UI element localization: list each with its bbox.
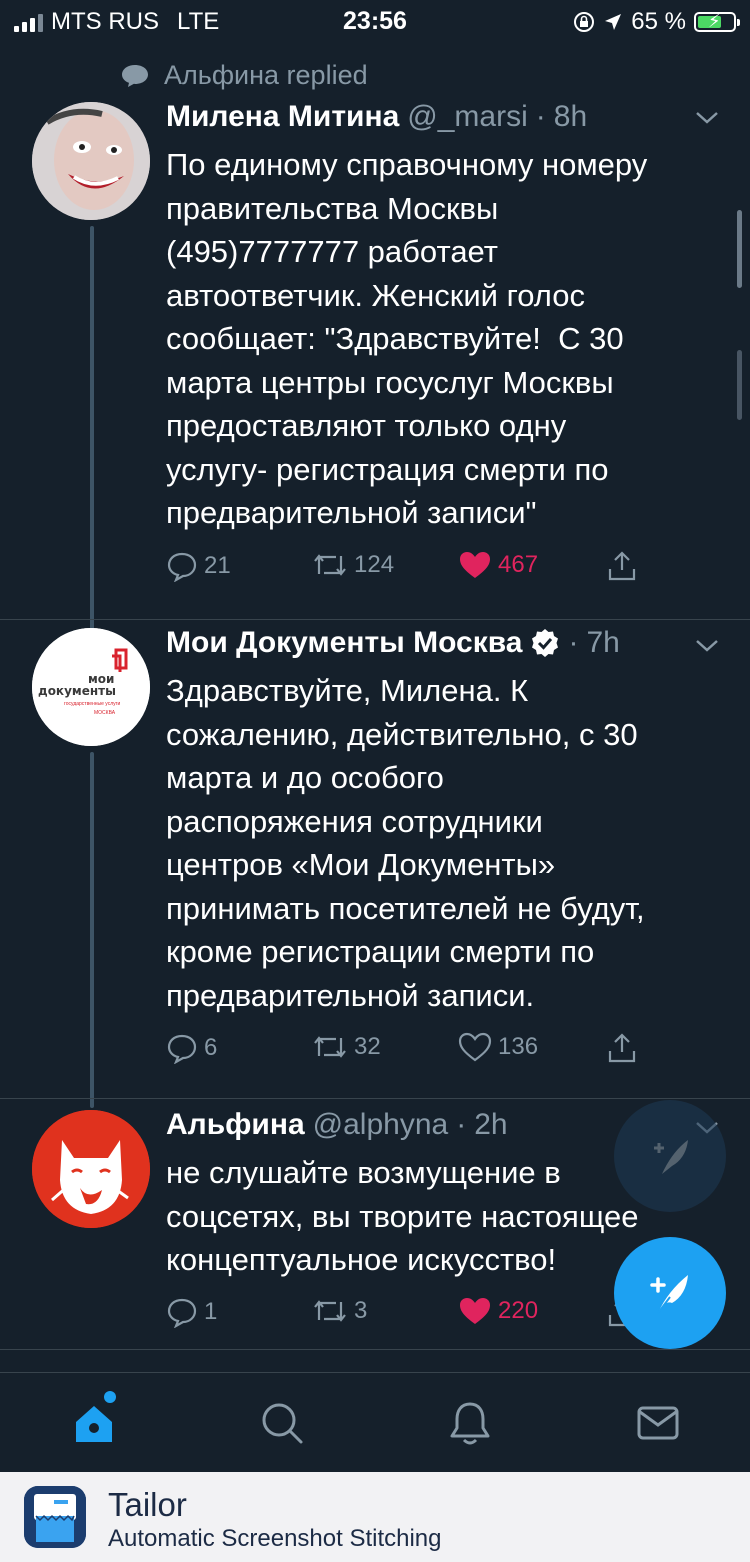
retweet-icon bbox=[314, 1300, 346, 1322]
tailor-app-icon bbox=[24, 1486, 86, 1548]
author-name[interactable]: Альфина bbox=[166, 1108, 305, 1142]
separator-dot: · bbox=[456, 1108, 467, 1141]
banner-title: Tailor bbox=[108, 1486, 187, 1523]
retweet-button[interactable]: 3 bbox=[312, 1296, 367, 1326]
tab-home[interactable] bbox=[66, 1391, 122, 1451]
reply-count: 1 bbox=[204, 1298, 218, 1325]
avatar[interactable] bbox=[32, 1110, 150, 1228]
home-icon bbox=[76, 1406, 112, 1442]
cat-illustration-image bbox=[32, 1110, 150, 1228]
bottom-tab-bar bbox=[0, 1372, 750, 1473]
tweet-header: Альфина @alphyna · 2h bbox=[166, 1108, 508, 1142]
tweet-actions: 1 3 220 bbox=[166, 1296, 646, 1332]
banner-subtitle: Automatic Screenshot Stitching bbox=[108, 1525, 442, 1552]
retweet-count: 3 bbox=[354, 1297, 368, 1324]
author-handle[interactable]: @alphyna bbox=[313, 1108, 449, 1142]
reply-icon bbox=[167, 1298, 197, 1328]
compose-button-ghost bbox=[614, 1100, 726, 1212]
new-content-dot bbox=[104, 1391, 116, 1403]
notifications-icon bbox=[450, 1402, 490, 1445]
compose-tweet-button[interactable] bbox=[614, 1237, 726, 1349]
search-icon bbox=[262, 1403, 303, 1444]
tweet-divider bbox=[0, 1349, 750, 1350]
compose-feather-icon bbox=[654, 1140, 688, 1174]
tab-messages[interactable] bbox=[630, 1395, 686, 1451]
reply-button[interactable]: 1 bbox=[166, 1296, 217, 1328]
messages-icon bbox=[637, 1406, 679, 1440]
heart-filled-icon bbox=[460, 1298, 490, 1324]
tab-search[interactable] bbox=[254, 1395, 310, 1451]
tailor-banner[interactable]: Tailor Automatic Screenshot Stitching bbox=[0, 1472, 750, 1562]
tweet-time: 2h bbox=[474, 1108, 508, 1141]
tab-notifications[interactable] bbox=[442, 1395, 498, 1451]
like-button[interactable]: 220 bbox=[458, 1296, 538, 1326]
like-count: 220 bbox=[498, 1297, 539, 1324]
compose-feather-icon bbox=[650, 1275, 688, 1314]
